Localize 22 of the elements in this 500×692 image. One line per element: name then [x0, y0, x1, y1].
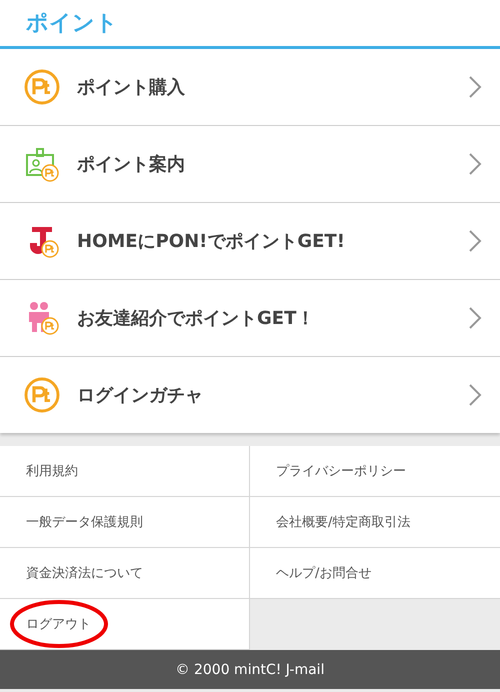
footer-link[interactable]: 一般データ保護規則 [0, 497, 250, 548]
copyright-text: © 2000 mintC! J-mail [176, 662, 324, 678]
footer-link[interactable]: 会社概要/特定商取引法 [250, 497, 500, 548]
chevron-icon [468, 306, 482, 330]
page-title: ポイント [26, 10, 118, 38]
menu-item[interactable]: お友達紹介でポイントGET！ [0, 280, 500, 357]
menu-item[interactable]: ログインガチャ [0, 357, 500, 433]
coin-icon [24, 377, 60, 413]
footer-link[interactable]: プライバシーポリシー [250, 446, 500, 497]
chevron-icon [468, 229, 482, 253]
coin-icon [24, 69, 60, 105]
footer-link[interactable]: ログアウト [0, 599, 250, 650]
footer-link[interactable]: ヘルプ/お問合せ [250, 548, 500, 599]
footer-link[interactable]: 利用規約 [0, 446, 250, 497]
menu-item[interactable]: HOMEにPON!でポイントGET! [0, 203, 500, 280]
id-badge-icon [24, 146, 60, 182]
footer-link[interactable]: 資金決済法について [0, 548, 250, 599]
chevron-icon [468, 152, 482, 176]
chevron-icon [468, 75, 482, 99]
menu-item[interactable]: ポイント購入 [0, 49, 500, 126]
chevron-icon [468, 383, 482, 407]
menu-item[interactable]: ポイント案内 [0, 126, 500, 203]
